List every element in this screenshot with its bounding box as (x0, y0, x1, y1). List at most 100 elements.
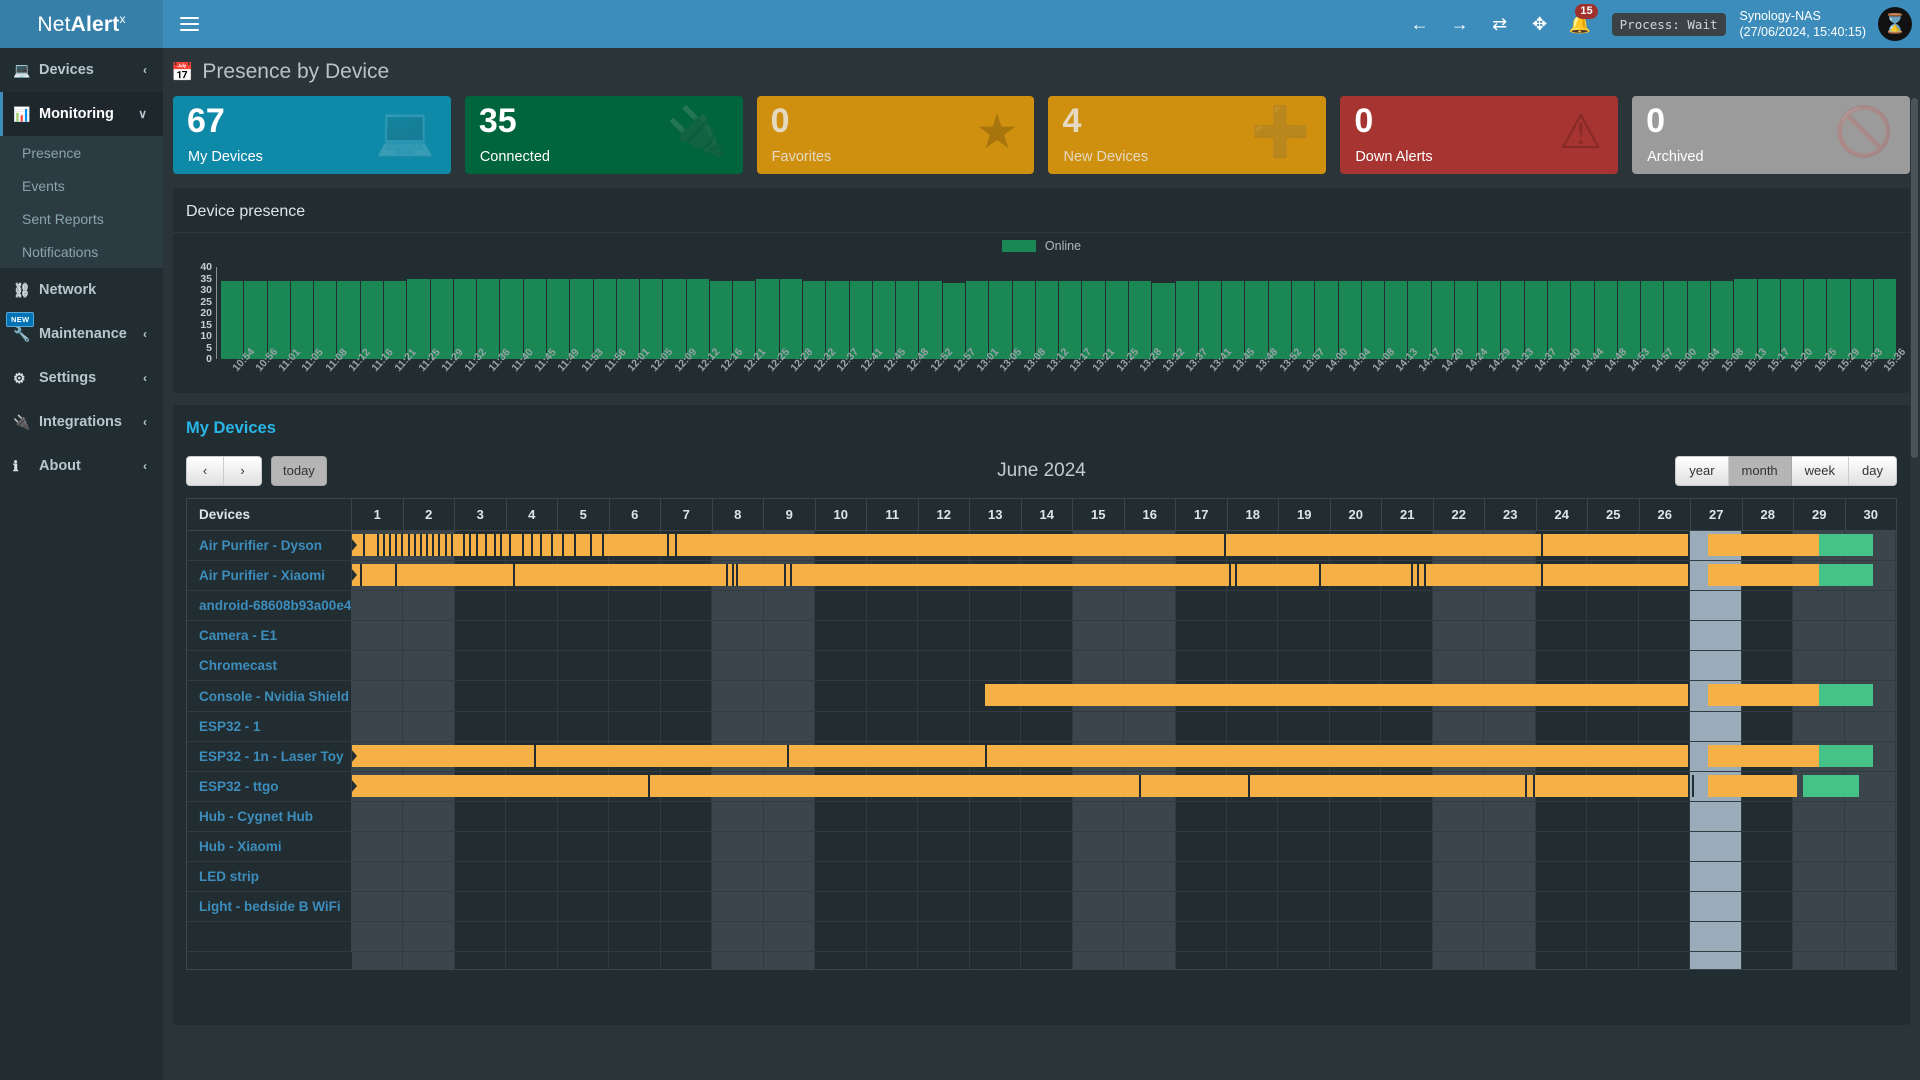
stat-card-connected[interactable]: 35Connected🔌 (465, 96, 743, 174)
next-month-button[interactable]: › (224, 456, 262, 486)
timeline-row-label[interactable]: android-68608b93a00e4 (187, 591, 352, 621)
timeline-row-label[interactable]: Air Purifier - Xiaomi (187, 561, 352, 591)
stat-card-new-devices[interactable]: 4New Devices➕ (1048, 96, 1326, 174)
timeline-row-label[interactable]: Camera - E1 (187, 621, 352, 651)
timeline-row-label[interactable]: Hub - Xiaomi (187, 832, 352, 862)
forward-arrow-icon[interactable]: → (1440, 0, 1480, 48)
timeline-segment-break (1224, 534, 1226, 556)
device-presence-panel: Device presence Online 0510152025303540 … (173, 188, 1910, 393)
top-navbar: NetAlertx ← → ⇄ ✥ 🔔 15 Process: Wait Syn… (0, 0, 1920, 48)
device-presence-chart: Online 0510152025303540 10:5410:5611:011… (173, 233, 1910, 393)
stat-card-favorites[interactable]: 0Favorites★ (757, 96, 1035, 174)
stat-card-label: My Devices (188, 149, 263, 165)
timeline-offline-segment[interactable] (985, 684, 1688, 706)
timeline-day-header: 28 (1743, 499, 1795, 530)
stat-card-my-devices[interactable]: 67My Devices💻 (173, 96, 451, 174)
stat-card-archived[interactable]: 0Archived🚫 (1632, 96, 1910, 174)
chart-plot-area (221, 267, 1896, 359)
today-button[interactable]: today (271, 456, 327, 486)
timeline-segment-break (1541, 564, 1543, 586)
sidebar-item-icon: ℹ (13, 458, 39, 475)
timeline-row: Air Purifier - Dyson (187, 531, 1896, 561)
timeline-segment-break (787, 745, 789, 767)
sidebar-item-devices[interactable]: 💻Devices‹ (0, 48, 163, 92)
timeline-row-label[interactable]: LED strip (187, 862, 352, 892)
timeline-row-label[interactable]: ESP32 - 1n - Laser Toy (187, 742, 352, 772)
calendar-view-year[interactable]: year (1675, 456, 1728, 486)
timeline-segment-break (377, 534, 379, 556)
my-devices-panel: My Devices ‹ › today June 2024 yearmonth… (173, 405, 1910, 1025)
stat-card-number: 35 (479, 101, 517, 141)
timeline-body: Air Purifier - DysonAir Purifier - Xiaom… (186, 530, 1897, 970)
timeline-row-label[interactable]: Console - Nvidia Shield T (187, 681, 352, 711)
chart-y-tick: 15 (200, 319, 212, 331)
sidebar-item-label: Integrations (39, 414, 143, 430)
timeline-segment-break (438, 534, 440, 556)
calendar-view-week[interactable]: week (1792, 456, 1849, 486)
timeline-day-header: 29 (1794, 499, 1846, 530)
timeline-row-label[interactable]: ESP32 - ttgo (187, 772, 352, 802)
sidebar-item-label: Network (39, 282, 163, 298)
sidebar-item-monitoring[interactable]: 📊Monitoring∨ (0, 92, 163, 136)
timeline-segment-break (522, 534, 524, 556)
sidebar-item-maintenance[interactable]: NEW🔧Maintenance‹ (0, 312, 163, 356)
chart-y-tick: 5 (206, 342, 212, 354)
sidebar-item-integrations[interactable]: 🔌Integrations‹ (0, 400, 163, 444)
timeline-offline-segment[interactable] (1708, 534, 1819, 556)
timeline-offline-segment[interactable] (352, 745, 1688, 767)
timeline-offline-segment[interactable] (1708, 684, 1819, 706)
prev-month-button[interactable]: ‹ (186, 456, 224, 486)
stat-card-label: Connected (480, 149, 550, 165)
stat-card-number: 67 (187, 101, 225, 141)
timeline-segment-break (463, 534, 465, 556)
timeline-offline-segment[interactable] (352, 775, 1688, 797)
stat-card-down-alerts[interactable]: 0Down Alerts⚠ (1340, 96, 1618, 174)
avatar[interactable]: ⌛ (1878, 7, 1912, 41)
timeline-row-label[interactable]: ESP32 - 1 (187, 712, 352, 742)
sidebar-item-label: Devices (39, 62, 143, 78)
timeline-row-track (352, 862, 1896, 892)
timeline-offline-segment[interactable] (1708, 775, 1798, 797)
app-logo[interactable]: NetAlertx (0, 0, 163, 48)
sidebar-item-network[interactable]: ⛓Network (0, 268, 163, 312)
timeline-segment-break (469, 534, 471, 556)
timeline-segment-break (476, 534, 478, 556)
timeline-segment-break (500, 534, 502, 556)
timeline-segment-break (540, 534, 542, 556)
timeline-day-header: 18 (1228, 499, 1280, 530)
timeline-scrollbar[interactable] (1911, 98, 1918, 458)
timeline-online-segment[interactable] (1819, 745, 1873, 767)
sidebar-subitem-sent-reports[interactable]: Sent Reports (0, 202, 163, 235)
timeline-row: ESP32 - 1n - Laser Toy (187, 742, 1896, 772)
page-title-text: Presence by Device (202, 60, 389, 84)
calendar-view-month[interactable]: month (1729, 456, 1792, 486)
timeline-online-segment[interactable] (1803, 775, 1859, 797)
timeline-row-label[interactable] (187, 922, 352, 952)
timeline-row-label[interactable]: Air Purifier - Dyson (187, 531, 352, 561)
sidebar-toggle-button[interactable] (163, 0, 215, 48)
back-arrow-icon[interactable]: ← (1400, 0, 1440, 48)
legend-swatch-online (1002, 240, 1036, 252)
move-icon[interactable]: ✥ (1520, 0, 1560, 48)
timeline-segment-break (675, 534, 677, 556)
sidebar-subitem-notifications[interactable]: Notifications (0, 235, 163, 268)
timeline-online-segment[interactable] (1819, 564, 1873, 586)
sidebar-item-about[interactable]: ℹAbout‹ (0, 444, 163, 488)
sidebar-subitem-events[interactable]: Events (0, 169, 163, 202)
timeline-row-label[interactable]: Light - bedside B WiFi (187, 892, 352, 922)
timeline-offline-segment[interactable] (1708, 564, 1819, 586)
timeline-day-header: 19 (1279, 499, 1331, 530)
timeline-online-segment[interactable] (1819, 534, 1873, 556)
notifications-button[interactable]: 🔔 15 (1560, 0, 1600, 48)
timeline-offline-segment[interactable] (352, 564, 1688, 586)
timeline-row-label[interactable]: Hub - Cygnet Hub (187, 802, 352, 832)
calendar-view-day[interactable]: day (1849, 456, 1897, 486)
timeline-offline-segment[interactable] (1708, 745, 1819, 767)
timeline-row-label[interactable]: Chromecast (187, 651, 352, 681)
timeline-segment-break (732, 564, 734, 586)
refresh-icon[interactable]: ⇄ (1480, 0, 1520, 48)
legend-label-online: Online (1045, 239, 1081, 253)
sidebar-subitem-presence[interactable]: Presence (0, 136, 163, 169)
sidebar-item-settings[interactable]: ⚙Settings‹ (0, 356, 163, 400)
timeline-online-segment[interactable] (1819, 684, 1873, 706)
